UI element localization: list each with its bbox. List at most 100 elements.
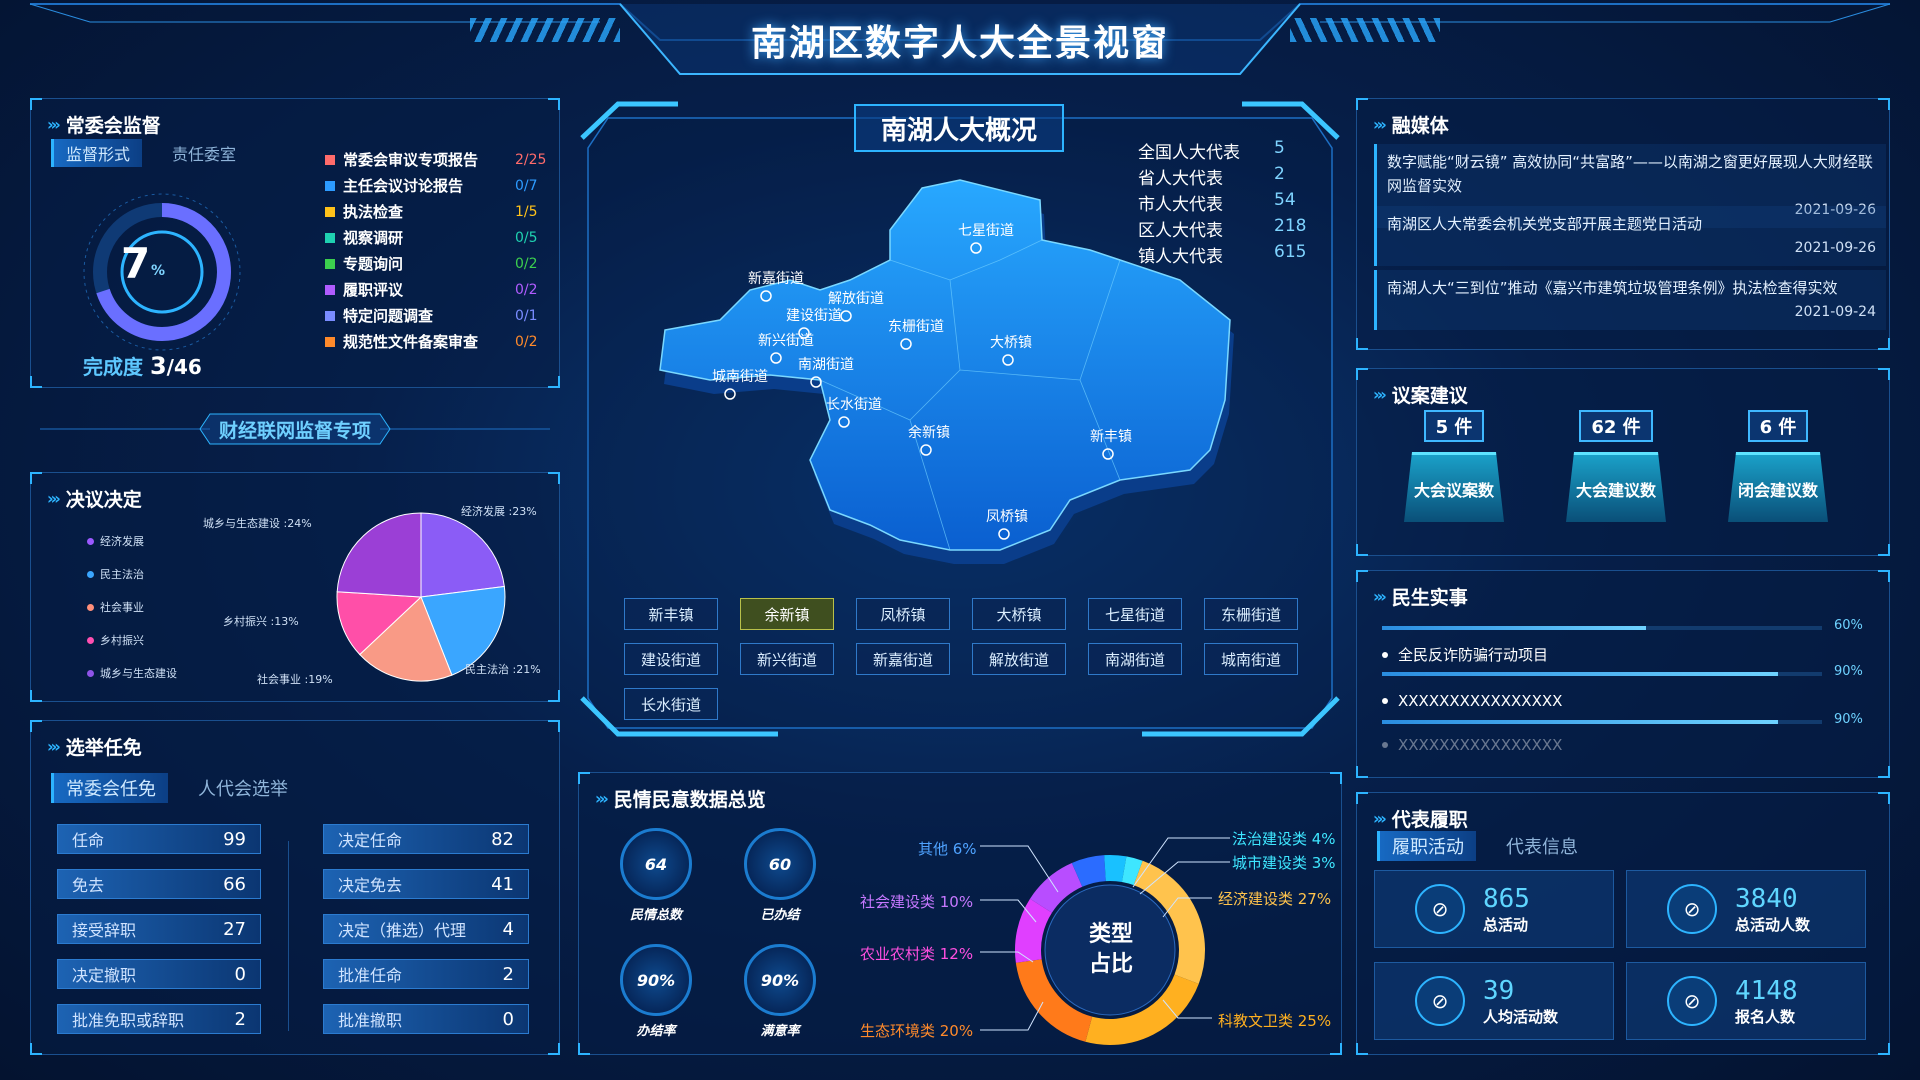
supervision-item[interactable]: 常委会审议专项报告 2/25: [325, 149, 546, 170]
town-button[interactable]: 建设街道: [624, 643, 718, 675]
donut-label-agri: 农业农村类 12%: [860, 945, 974, 963]
town-button[interactable]: 大桥镇: [972, 598, 1066, 630]
map-place-label[interactable]: 余新镇: [908, 422, 950, 442]
opinion-kpi-value: 64: [644, 854, 668, 874]
supervision-item-label: 视察调研: [343, 229, 404, 247]
town-button[interactable]: 南湖街道: [1088, 643, 1182, 675]
election-stat[interactable]: 批准免职或辞职 2: [57, 1004, 261, 1034]
supervision-item[interactable]: 专题询问 0/2: [325, 253, 545, 274]
supervision-item[interactable]: 特定问题调查 0/1: [325, 305, 545, 326]
donut-slice[interactable]: [1071, 855, 1107, 888]
special-banner-label: 财经联网监督专项: [218, 420, 371, 442]
town-button[interactable]: 凤桥镇: [856, 598, 950, 630]
livelihood-pct: 90%: [1834, 664, 1863, 679]
legend-swatch: [325, 258, 335, 269]
duty-card[interactable]: ⊘ 39 人均活动数: [1374, 962, 1614, 1040]
town-button[interactable]: 七星街道: [1088, 598, 1182, 630]
supervision-item[interactable]: 主任会议讨论报告 0/7: [325, 175, 545, 196]
duty-card[interactable]: ⊘ 3840 总活动人数: [1626, 870, 1866, 948]
map-place-label[interactable]: 东栅街道: [888, 316, 944, 336]
tab-supervision-form[interactable]: 监督形式: [51, 139, 143, 167]
map-place-label[interactable]: 七星街道: [958, 220, 1014, 240]
election-stat[interactable]: 批准撤职 0: [323, 1004, 529, 1034]
livelihood-item[interactable]: XXXXXXXXXXXXXXXX: [1382, 692, 1562, 710]
tab-rep-info[interactable]: 代表信息: [1506, 833, 1578, 859]
election-stat-label: 任命: [72, 831, 105, 850]
town-button[interactable]: 新丰镇: [624, 598, 718, 630]
opinion-kpi[interactable]: 90%: [620, 944, 692, 1016]
election-stat[interactable]: 免去 66: [57, 869, 261, 899]
election-stat[interactable]: 接受辞职 27: [57, 914, 261, 944]
map-place-label[interactable]: 建设街道: [786, 305, 842, 325]
duty-card-value: 865: [1483, 883, 1530, 914]
map-place-label[interactable]: 南湖街道: [798, 354, 854, 374]
election-stat[interactable]: 决定（推选）代理 4: [323, 914, 529, 944]
pie-label-rural: 乡村振兴 :13%: [223, 615, 299, 628]
duty-card[interactable]: ⊘ 865 总活动: [1374, 870, 1614, 948]
pie-slice[interactable]: [336, 512, 422, 598]
town-button[interactable]: 东栅街道: [1204, 598, 1298, 630]
election-stat-value: 0: [234, 963, 246, 985]
election-stat[interactable]: 批准任命 2: [323, 959, 529, 989]
news-item[interactable]: 南湖区人大常委会机关党支部开展主题党日活动 2021-09-26: [1374, 206, 1886, 266]
election-stat[interactable]: 决定撤职 0: [57, 959, 261, 989]
livelihood-item[interactable]: XXXXXXXXXXXXXXXX: [1382, 736, 1562, 754]
rep-count-label: 镇人大代表: [1138, 247, 1223, 267]
election-stat[interactable]: 任命 99: [57, 824, 261, 854]
header: 南湖区数字人大全景视窗: [0, 0, 1920, 80]
proposal-item[interactable]: 5 件大会议案数: [1394, 410, 1514, 522]
opinion-kpi[interactable]: 64: [620, 828, 692, 900]
tab-congress-election[interactable]: 人代会选举: [198, 775, 288, 801]
supervision-item-value: 0/7: [515, 177, 538, 194]
proposal-item[interactable]: 6 件闭会建议数: [1718, 410, 1838, 522]
supervision-item-label: 执法检查: [343, 203, 404, 221]
opinion-kpi[interactable]: 90%: [744, 944, 816, 1016]
map-place-label[interactable]: 长水街道: [826, 394, 882, 414]
news-item[interactable]: 南湖人大“三到位”推动《嘉兴市建筑垃圾管理条例》执法检查得实效 2021-09-2…: [1374, 270, 1886, 330]
resolutions-pie: [336, 512, 506, 682]
map-place-label[interactable]: 新丰镇: [1090, 426, 1132, 446]
donut-slice[interactable]: [1015, 898, 1053, 963]
town-button[interactable]: 新兴街道: [740, 643, 834, 675]
tab-duty-activities[interactable]: 履职活动: [1377, 831, 1476, 861]
resolution-legend-item: 乡村振兴: [87, 632, 144, 648]
map-place-label[interactable]: 城南街道: [712, 366, 768, 386]
town-button[interactable]: 长水街道: [624, 688, 718, 720]
map-place-label[interactable]: 大桥镇: [990, 332, 1032, 352]
supervision-item[interactable]: 履职评议 0/2: [325, 279, 545, 300]
supervision-item[interactable]: 视察调研 0/5: [325, 227, 545, 248]
proposal-item[interactable]: 62 件大会建议数: [1556, 410, 1676, 522]
livelihood-label: XXXXXXXXXXXXXXXX: [1398, 692, 1563, 710]
header-stripes-right: [1290, 18, 1440, 42]
news-text: 南湖人大“三到位”推动《嘉兴市建筑垃圾管理条例》执法检查得实效: [1387, 279, 1838, 297]
election-stat[interactable]: 决定免去 41: [323, 869, 529, 899]
donut-slice[interactable]: [1121, 856, 1143, 886]
tab-responsible-committee[interactable]: 责任委室: [172, 141, 236, 165]
donut-label-economy: 经济建设类 27%: [1218, 890, 1332, 908]
livelihood-pct: 90%: [1834, 712, 1863, 727]
tab-standing-committee[interactable]: 常委会任免: [51, 773, 168, 803]
livelihood-item[interactable]: 全民反诈防骗行动项目: [1382, 644, 1548, 665]
election-stat-value: 27: [223, 918, 246, 940]
special-banner[interactable]: 财经联网监督专项: [30, 404, 560, 454]
pie-slice[interactable]: [420, 512, 505, 598]
town-button[interactable]: 解放街道: [972, 643, 1066, 675]
donut-slice[interactable]: [1104, 855, 1127, 883]
supervision-item[interactable]: 规范性文件备案审查 0/2: [325, 331, 545, 352]
duty-card[interactable]: ⊘ 4148 报名人数: [1626, 962, 1866, 1040]
supervision-item[interactable]: 执法检查 1/5: [325, 201, 545, 222]
map-place-label[interactable]: 凤桥镇: [986, 506, 1028, 526]
town-button[interactable]: 余新镇: [740, 598, 834, 630]
map-place-label[interactable]: 新嘉街道: [748, 268, 804, 288]
rep-count-value: 218: [1274, 216, 1307, 236]
town-button[interactable]: 城南街道: [1204, 643, 1298, 675]
town-button[interactable]: 新嘉街道: [856, 643, 950, 675]
opinion-kpi-label: 满意率: [760, 1024, 800, 1039]
chevron-icon: ›››: [47, 489, 61, 508]
map-place-label[interactable]: 新兴街道: [758, 330, 814, 350]
election-stat[interactable]: 决定任命 82: [323, 824, 529, 854]
donut-label-edu: 科教文卫类 25%: [1218, 1012, 1332, 1030]
opinion-kpi[interactable]: 60: [744, 828, 816, 900]
livelihood-progress-fill: [1382, 626, 1646, 630]
bullet-icon: [1382, 651, 1388, 658]
